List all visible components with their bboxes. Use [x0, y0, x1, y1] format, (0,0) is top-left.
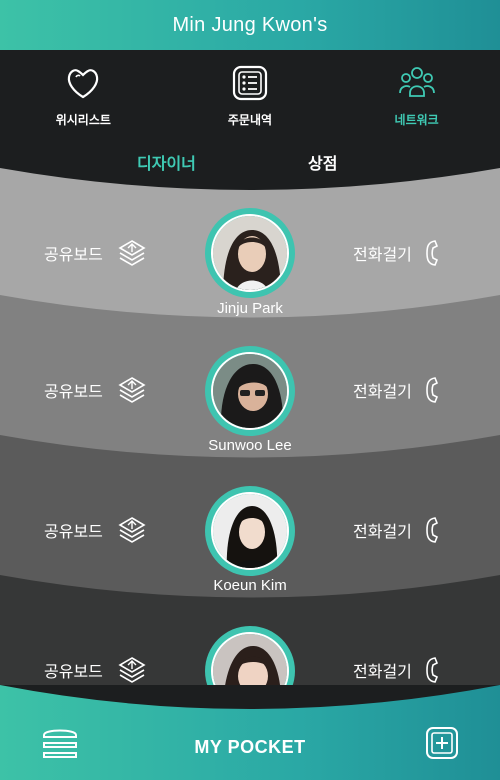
- share-layers-icon: [118, 517, 146, 543]
- page-title: Min Jung Kwon's: [172, 13, 328, 36]
- designer-name: Jinju Park: [217, 300, 283, 317]
- header-bar: Min Jung Kwon's: [0, 0, 500, 50]
- call-button[interactable]: 전화걸기: [353, 655, 440, 685]
- phone-icon: [426, 517, 438, 543]
- avatar[interactable]: [205, 486, 295, 576]
- nav-item-network[interactable]: 네트워크: [357, 63, 477, 128]
- designer-name: Sunwoo Lee: [208, 437, 292, 454]
- call-button[interactable]: 전화걸기: [353, 375, 440, 405]
- call-label: 전화걸기: [353, 524, 412, 541]
- share-board-label: 공유보드: [44, 247, 103, 264]
- nav-label-wishlist: 위시리스트: [55, 112, 111, 127]
- avatar-photo: [211, 214, 289, 292]
- share-layers-icon: [118, 657, 146, 683]
- order-list-icon: [232, 65, 268, 100]
- share-board-button[interactable]: 공유보드: [44, 515, 147, 545]
- share-board-label: 공유보드: [44, 384, 103, 401]
- share-board-button[interactable]: 공유보드: [44, 655, 147, 685]
- share-board-label: 공유보드: [44, 524, 103, 541]
- add-icon[interactable]: [424, 725, 460, 761]
- share-layers-icon: [118, 240, 146, 266]
- avatar[interactable]: [205, 346, 295, 436]
- nav-label-orders: 주문내역: [227, 112, 273, 127]
- nav-item-orders[interactable]: 주문내역: [190, 63, 310, 128]
- sub-tabs: 디자이너 상점: [0, 140, 500, 200]
- avatar[interactable]: [205, 208, 295, 298]
- bottom-bar: MY POCKET: [0, 685, 500, 780]
- avatar-photo: [211, 492, 289, 570]
- avatar-photo: [211, 352, 289, 430]
- call-label: 전화걸기: [353, 247, 412, 264]
- phone-icon: [426, 377, 438, 403]
- network-people-icon: [398, 66, 435, 97]
- call-label: 전화걸기: [353, 384, 412, 401]
- share-board-button[interactable]: 공유보드: [44, 375, 147, 405]
- avatar-photo: [211, 632, 289, 685]
- phone-icon: [426, 657, 438, 683]
- designer-list[interactable]: 공유보드 전화걸기 Jinju Park 공유보드 전화걸기 Sunwoo Le…: [0, 140, 500, 685]
- nav-label-network: 네트워크: [394, 112, 439, 127]
- heart-icon: [68, 68, 99, 98]
- share-layers-icon: [118, 377, 146, 403]
- main-nav: 위시리스트 주문내역 네트워크: [0, 50, 500, 140]
- nav-item-wishlist[interactable]: 위시리스트: [23, 63, 143, 128]
- share-board-label: 공유보드: [44, 664, 103, 681]
- sub-tabs-background: [0, 140, 500, 190]
- share-board-button[interactable]: 공유보드: [44, 238, 147, 268]
- call-button[interactable]: 전화걸기: [353, 515, 440, 545]
- phone-icon: [426, 240, 438, 266]
- designer-name: Koeun Kim: [213, 577, 287, 594]
- tab-shop[interactable]: 상점: [308, 150, 337, 174]
- call-label: 전화걸기: [353, 664, 412, 681]
- tab-designer[interactable]: 디자이너: [137, 150, 196, 174]
- call-button[interactable]: 전화걸기: [353, 238, 440, 268]
